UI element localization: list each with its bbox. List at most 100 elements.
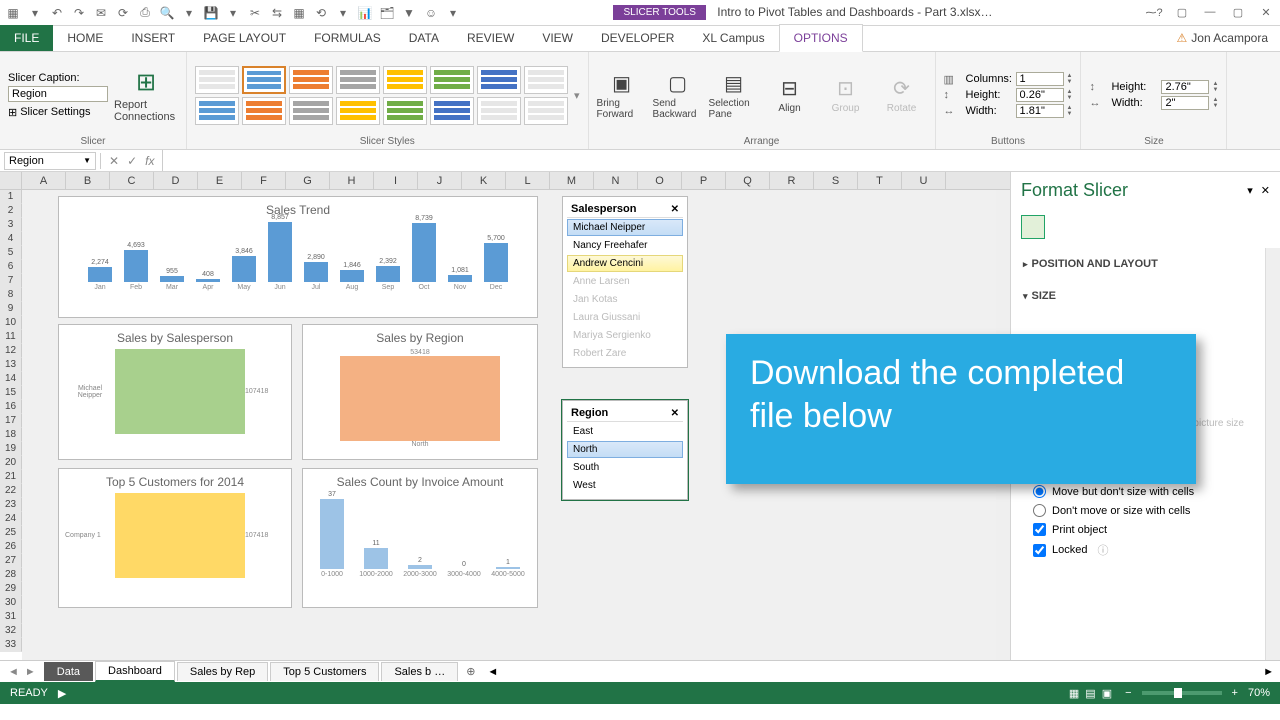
clear-filter-icon[interactable]: ✕ — [671, 204, 679, 215]
chart-sales-trend[interactable]: Sales Trend 2,274Jan4,693Feb955Mar408Apr… — [58, 196, 538, 318]
locked-check[interactable] — [1033, 544, 1046, 557]
view-switcher[interactable]: ▦▤▣ — [1066, 687, 1115, 700]
btn-height-input[interactable] — [1016, 88, 1064, 102]
col-header[interactable]: A — [22, 172, 66, 189]
filter-icon[interactable]: ▼ — [400, 4, 418, 22]
col-header[interactable]: U — [902, 172, 946, 189]
slicer-item[interactable]: West — [567, 477, 683, 494]
row-header[interactable]: 23 — [0, 498, 22, 512]
size-height-input[interactable] — [1161, 80, 1209, 94]
slicer-item[interactable]: Anne Larsen — [567, 273, 683, 290]
close-icon[interactable]: ✕ — [1256, 6, 1276, 19]
slicer-item[interactable]: Michael Neipper — [567, 219, 683, 236]
col-header[interactable]: P — [682, 172, 726, 189]
row-header[interactable]: 3 — [0, 218, 22, 232]
slicer-item[interactable]: North — [567, 441, 683, 458]
hscroll-left[interactable]: ◄ — [487, 666, 498, 678]
macro-icon[interactable]: ▶ — [58, 687, 66, 700]
maximize-icon[interactable]: ▢ — [1228, 6, 1248, 19]
slicer-salesperson[interactable]: Salesperson✕ Michael NeipperNancy Freeha… — [562, 196, 688, 368]
qat-icon[interactable]: ▾ — [334, 4, 352, 22]
qat-icon[interactable]: ⟲ — [312, 4, 330, 22]
spinner[interactable]: ▲▼ — [1067, 105, 1073, 117]
row-header[interactable]: 21 — [0, 470, 22, 484]
zoom-slider[interactable] — [1142, 691, 1222, 695]
zoom-out-icon[interactable]: − — [1125, 687, 1131, 699]
row-header[interactable]: 19 — [0, 442, 22, 456]
col-header[interactable]: H — [330, 172, 374, 189]
chevron-down-icon[interactable]: ▼ — [83, 156, 91, 165]
nomove-nosize-radio[interactable] — [1033, 504, 1046, 517]
col-header[interactable]: J — [418, 172, 462, 189]
spinner[interactable]: ▲▼ — [1212, 81, 1218, 93]
zoom-in-icon[interactable]: + — [1232, 687, 1238, 699]
row-header[interactable]: 32 — [0, 624, 22, 638]
col-header[interactable]: E — [198, 172, 242, 189]
tab-insert[interactable]: INSERT — [117, 25, 189, 51]
name-box[interactable]: Region▼ — [4, 152, 96, 170]
slicer-caption-input[interactable] — [8, 86, 108, 102]
col-header[interactable]: N — [594, 172, 638, 189]
row-header[interactable]: 33 — [0, 638, 22, 652]
gallery-more-icon[interactable]: ▾ — [574, 89, 580, 102]
spinner[interactable]: ▲▼ — [1067, 73, 1073, 85]
row-header[interactable]: 2 — [0, 204, 22, 218]
select-all[interactable] — [0, 172, 22, 189]
row-header[interactable]: 8 — [0, 288, 22, 302]
row-header[interactable]: 13 — [0, 358, 22, 372]
row-header[interactable]: 25 — [0, 526, 22, 540]
col-header[interactable]: R — [770, 172, 814, 189]
row-header[interactable]: 4 — [0, 232, 22, 246]
enter-icon[interactable]: ✓ — [127, 154, 137, 168]
row-header[interactable]: 28 — [0, 568, 22, 582]
tab-review[interactable]: REVIEW — [453, 25, 528, 51]
sheet-tab-top-5[interactable]: Top 5 Customers — [270, 662, 379, 681]
tab-data[interactable]: DATA — [395, 25, 453, 51]
row-header[interactable]: 18 — [0, 428, 22, 442]
tab-home[interactable]: HOME — [53, 25, 117, 51]
col-header[interactable]: B — [66, 172, 110, 189]
row-header[interactable]: 17 — [0, 414, 22, 428]
slicer-region[interactable]: Region✕ EastNorthSouthWest — [562, 400, 688, 500]
cancel-icon[interactable]: ✕ — [109, 154, 119, 168]
row-header[interactable]: 31 — [0, 610, 22, 624]
slicer-item[interactable]: Laura Giussani — [567, 309, 683, 326]
add-sheet-icon[interactable]: ⊕ — [466, 665, 475, 678]
row-header[interactable]: 20 — [0, 456, 22, 470]
zoom-level[interactable]: 70% — [1248, 687, 1270, 699]
row-header[interactable]: 22 — [0, 484, 22, 498]
slicer-styles-gallery[interactable] — [195, 66, 568, 125]
size-properties-icon[interactable] — [1021, 215, 1045, 239]
row-header[interactable]: 16 — [0, 400, 22, 414]
sheet-tab-sales-by-rep[interactable]: Sales by Rep — [177, 662, 268, 681]
qat-icon[interactable]: ▦ — [290, 4, 308, 22]
section-position[interactable]: POSITION AND LAYOUT — [1023, 254, 1254, 274]
row-header[interactable]: 26 — [0, 540, 22, 554]
sheet-tab-sales-b[interactable]: Sales b … — [381, 662, 458, 681]
row-header[interactable]: 24 — [0, 512, 22, 526]
row-header[interactable]: 1 — [0, 190, 22, 204]
qat-icon[interactable]: 🔍 — [158, 4, 176, 22]
send-backward-button[interactable]: ▢Send Backward — [653, 71, 703, 120]
section-size[interactable]: SIZE — [1023, 286, 1254, 306]
row-header[interactable]: 9 — [0, 302, 22, 316]
row-header[interactable]: 29 — [0, 582, 22, 596]
slicer-item[interactable]: South — [567, 459, 683, 476]
tab-page-layout[interactable]: PAGE LAYOUT — [189, 25, 300, 51]
qat-icon[interactable]: ▾ — [26, 4, 44, 22]
qat-icon[interactable]: 💾 — [202, 4, 220, 22]
qat-icon[interactable]: ↷ — [70, 4, 88, 22]
col-header[interactable]: L — [506, 172, 550, 189]
print-object-check[interactable] — [1033, 523, 1046, 536]
row-header[interactable]: 14 — [0, 372, 22, 386]
qat-icon[interactable]: ✂ — [246, 4, 264, 22]
hscroll-right[interactable]: ► — [1263, 666, 1274, 678]
help-icon[interactable]: ⁓? — [1144, 6, 1164, 19]
row-header[interactable]: 11 — [0, 330, 22, 344]
tab-options[interactable]: OPTIONS — [779, 24, 863, 52]
chart-top-5-customers[interactable]: Top 5 Customers for 2014 Company 1 10741… — [58, 468, 292, 608]
slicer-item[interactable]: Jan Kotas — [567, 291, 683, 308]
qat-icon[interactable]: 📊 — [356, 4, 374, 22]
clear-filter-icon[interactable]: ✕ — [671, 408, 679, 419]
col-header[interactable]: S — [814, 172, 858, 189]
